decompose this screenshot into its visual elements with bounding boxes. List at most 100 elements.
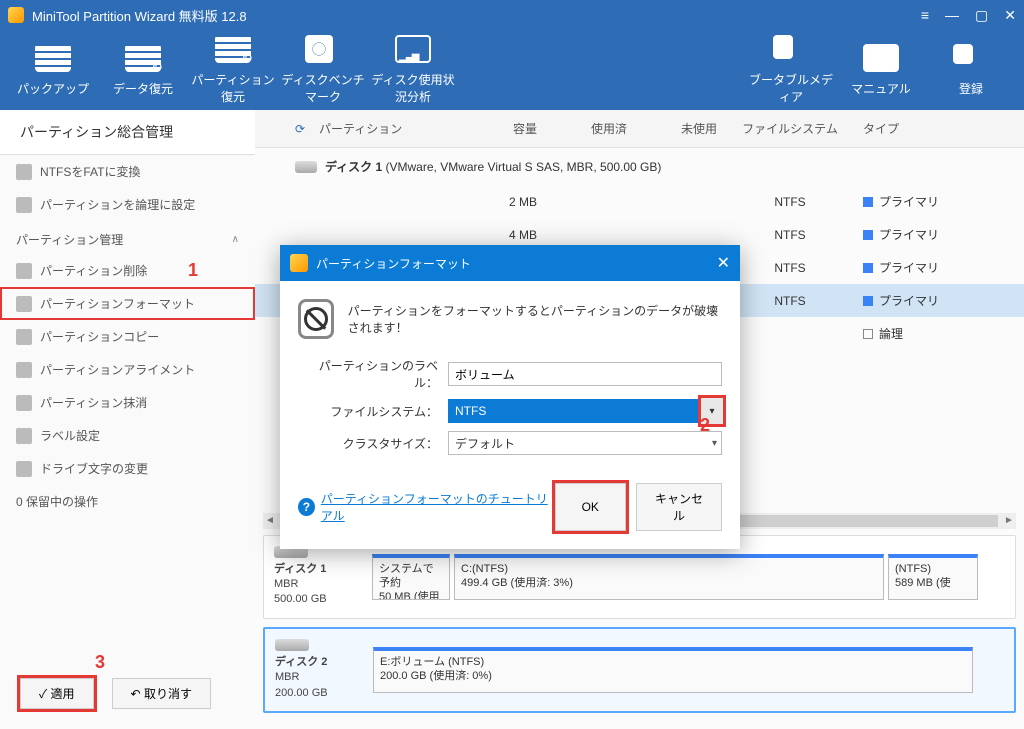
warning-icon	[298, 299, 334, 339]
refresh-icon	[215, 35, 251, 63]
filesystem-select[interactable]: NTFS ▾	[448, 399, 722, 423]
sidebar-item-wipe[interactable]: パーティション抹消	[0, 386, 255, 419]
diskmap-segment[interactable]: E:ボリューム (NTFS)200.0 GB (使用済: 0%)	[373, 647, 973, 693]
undo-button[interactable]: ↶ 取り消す	[112, 678, 211, 709]
toolbar-data-recovery[interactable]: データ復元	[98, 44, 188, 97]
toolbar-disk-usage[interactable]: ディスク使用状況分析	[368, 35, 458, 105]
sidebar-item-label: パーティション抹消	[40, 394, 147, 411]
ok-button[interactable]: OK	[555, 483, 626, 531]
close-icon[interactable]: ✕	[1004, 7, 1016, 24]
format-dialog: パーティションフォーマット ✕ パーティションをフォーマットするとパーティション…	[280, 245, 740, 549]
maximize-icon[interactable]: ▢	[975, 7, 988, 24]
sidebar-item-label[interactable]: ラベル設定	[0, 419, 255, 452]
cluster-select[interactable]: デフォルト ▾	[448, 431, 722, 455]
diskmap-info: ディスク 1MBR500.00 GB	[274, 546, 364, 608]
sidebar-item-delete[interactable]: パーティション削除	[0, 254, 255, 287]
user-plus-icon	[953, 44, 989, 72]
apply-button[interactable]: ✓ 適用	[20, 678, 94, 709]
help-icon: ?	[298, 498, 315, 516]
button-label: 取り消す	[144, 687, 192, 701]
toolbar-manual[interactable]: マニュアル	[836, 44, 926, 97]
toolbar-label: マニュアル	[851, 80, 911, 97]
grid-header: ⟳パーティション 容量 使用済 未使用 ファイルシステム タイプ	[255, 110, 1024, 148]
chart-icon	[395, 35, 431, 63]
sidebar-item-copy[interactable]: パーティションコピー	[0, 320, 255, 353]
sidebar-item-ntfs-to-fat[interactable]: NTFSをFATに変換	[0, 155, 255, 188]
sidebar-item-label: パーティションアライメント	[40, 361, 195, 378]
annotation-3: 3	[95, 652, 105, 673]
col-type: タイプ	[855, 120, 1024, 137]
dialog-titlebar: パーティションフォーマット ✕	[280, 245, 740, 281]
col-unused: 未使用	[635, 120, 725, 137]
diskmap-info: ディスク 2MBR200.00 GB	[275, 639, 365, 701]
scroll-left-icon[interactable]: ◄	[263, 515, 277, 526]
diskmap[interactable]: ディスク 2MBR200.00 GBE:ボリューム (NTFS)200.0 GB…	[263, 627, 1016, 713]
toolbar-label: ブータブルメディア	[746, 71, 836, 105]
disk-icon	[35, 44, 71, 72]
sidebar-item-label: パーティションフォーマット	[40, 295, 195, 312]
driveletter-icon	[16, 461, 32, 477]
col-fs: ファイルシステム	[725, 120, 855, 137]
book-icon	[863, 44, 899, 72]
format-icon	[16, 296, 32, 312]
titlebar: MiniTool Partition Wizard 無料版 12.8 ≡ — ▢…	[0, 0, 1024, 30]
cancel-button[interactable]: キャンセル	[636, 483, 722, 531]
diskmap-segment[interactable]: C:(NTFS)499.4 GB (使用済: 3%)	[454, 554, 884, 600]
tutorial-link[interactable]: ?パーティションフォーマットのチュートリアル	[298, 490, 555, 524]
diskmap-segment[interactable]: (NTFS)589 MB (使	[888, 554, 978, 600]
col-used: 使用済	[545, 120, 635, 137]
usb-icon	[773, 35, 809, 63]
sidebar-item-format[interactable]: パーティションフォーマット	[0, 287, 255, 320]
sidebar-item-driveletter[interactable]: ドライブ文字の変更	[0, 452, 255, 485]
chevron-down-icon: ▾	[709, 406, 714, 417]
section-label: パーティション管理	[16, 231, 123, 248]
toolbar-backup[interactable]: パックアップ	[8, 44, 98, 97]
menu-icon[interactable]: ≡	[921, 7, 929, 24]
toolbar-partition-recovery[interactable]: パーティション復元	[188, 35, 278, 105]
wipe-icon	[16, 395, 32, 411]
select-value: NTFS	[455, 404, 486, 418]
disk-info: (VMware, VMware Virtual S SAS, MBR, 500.…	[386, 160, 662, 174]
sidebar-item-label: ラベル設定	[40, 427, 100, 444]
button-label: 適用	[51, 687, 75, 701]
toolbar-benchmark[interactable]: ディスクベンチマーク	[278, 35, 368, 105]
sidebar-item-label: パーティションコピー	[40, 328, 159, 345]
toolbar-label: ディスクベンチマーク	[278, 71, 368, 105]
warning-text: パーティションをフォーマットするとパーティションのデータが破壊されます！	[348, 302, 722, 336]
gauge-icon	[305, 35, 341, 63]
copy-icon	[16, 329, 32, 345]
toolbar-label: データ復元	[113, 80, 173, 97]
window-title: MiniTool Partition Wizard 無料版 12.8	[32, 6, 921, 25]
minimize-icon[interactable]: —	[945, 7, 959, 24]
disk-icon	[295, 161, 317, 173]
label-filesystem: ファイルシステム：	[298, 403, 448, 420]
diskmap-segment[interactable]: システムで予約50 MB (使用	[372, 554, 450, 600]
sidebar-item-align[interactable]: パーティションアライメント	[0, 353, 255, 386]
trash-icon	[16, 263, 32, 279]
sidebar: パーティション総合管理 NTFSをFATに変換 パーティションを論理に設定 パー…	[0, 110, 255, 729]
partition-row[interactable]: 2 MBNTFSプライマリ	[255, 185, 1024, 218]
main-toolbar: パックアップ データ復元 パーティション復元 ディスクベンチマーク ディスク使用…	[0, 30, 1024, 110]
app-icon	[290, 254, 308, 272]
scroll-right-icon[interactable]: ►	[1002, 515, 1016, 526]
app-icon	[8, 7, 24, 23]
label-cluster: クラスタサイズ：	[298, 435, 448, 452]
label-icon	[16, 428, 32, 444]
dialog-title: パーティションフォーマット	[316, 255, 471, 272]
disk-icon	[275, 639, 309, 651]
partition-label-input[interactable]	[448, 362, 722, 386]
toolbar-label: ディスク使用状況分析	[368, 71, 458, 105]
sidebar-item-set-logical[interactable]: パーティションを論理に設定	[0, 188, 255, 221]
toolbar-bootable-media[interactable]: ブータブルメディア	[746, 35, 836, 105]
toolbar-label: パックアップ	[17, 80, 89, 97]
sidebar-tab-active[interactable]: パーティション総合管理	[0, 110, 255, 155]
close-icon[interactable]: ✕	[717, 253, 730, 273]
sidebar-item-label: パーティションを論理に設定	[40, 196, 195, 213]
disk-row[interactable]: ディスク 1 (VMware, VMware Virtual S SAS, MB…	[255, 148, 1024, 185]
sidebar-section-mgmt[interactable]: パーティション管理 ∧	[0, 221, 255, 254]
logical-icon	[16, 197, 32, 213]
chevron-up-icon: ∧	[232, 234, 239, 245]
toolbar-register[interactable]: 登録	[926, 44, 1016, 97]
annotation-1: 1	[188, 260, 198, 281]
refresh-icon[interactable]: ⟳	[295, 122, 309, 136]
